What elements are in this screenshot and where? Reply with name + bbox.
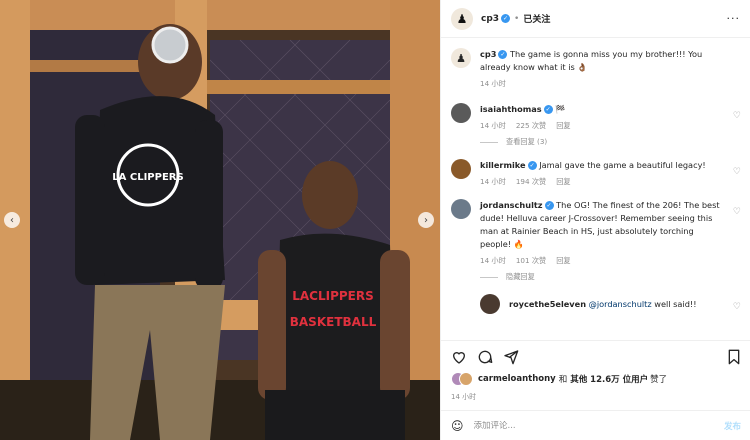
reply-button[interactable]: 回复 bbox=[556, 121, 570, 131]
locker-room-photo: LA CLIPPERS LACLIPPERS BASKETBALL bbox=[0, 0, 440, 440]
comment-text: Jamal gave the game a beautiful legacy! bbox=[539, 160, 706, 170]
liker-username[interactable]: carmeloanthony bbox=[478, 374, 556, 384]
jersey-text-line2: BASKETBALL bbox=[290, 315, 377, 329]
comment-item: killermike ✓ Jamal gave the game a beauti… bbox=[451, 159, 741, 187]
comment-likes[interactable]: 225 次赞 bbox=[516, 121, 546, 131]
chevron-left-icon: ‹ bbox=[10, 214, 14, 226]
view-replies-label: 查看回复 (3) bbox=[506, 137, 548, 146]
post-comment-button[interactable]: 发布 bbox=[724, 420, 741, 432]
likes-suffix: 赞了 bbox=[650, 375, 668, 385]
commenter-username[interactable]: jordanschultz bbox=[480, 200, 543, 210]
caption-text: The game is gonna miss you my brother!!!… bbox=[480, 49, 703, 72]
heart-icon[interactable]: ♡ bbox=[733, 302, 741, 312]
author-username[interactable]: cp3 bbox=[481, 14, 499, 24]
caption-username[interactable]: cp3 bbox=[480, 49, 496, 59]
send-icon[interactable] bbox=[503, 349, 519, 365]
shirt-logo: LA CLIPPERS bbox=[112, 172, 183, 183]
next-photo-button[interactable]: › bbox=[418, 212, 434, 228]
reply-button[interactable]: 回复 bbox=[556, 256, 570, 266]
divider-line bbox=[480, 276, 498, 278]
reply-button[interactable]: 回复 bbox=[556, 177, 570, 187]
comment-text: well said!! bbox=[654, 299, 697, 309]
verified-badge-icon: ✓ bbox=[498, 50, 508, 59]
caption: ♟ cp3 ✓ The game is gonna miss you my bro… bbox=[451, 48, 741, 89]
caption-time: 14 小时 bbox=[480, 79, 506, 88]
smile-icon[interactable]: ☺ bbox=[451, 419, 464, 433]
commenter-avatar[interactable] bbox=[451, 159, 471, 179]
comment-time: 14 小时 bbox=[480, 177, 506, 186]
post-panel: ♟ cp3 ✓ • 已关注 ··· ♟ cp3 ✓ The game is gon… bbox=[440, 0, 750, 440]
comment-likes[interactable]: 194 次赞 bbox=[516, 177, 546, 187]
divider-line bbox=[480, 141, 498, 143]
heart-icon[interactable] bbox=[451, 349, 467, 365]
heart-icon[interactable]: ♡ bbox=[733, 167, 741, 177]
liker-avatar bbox=[459, 372, 473, 386]
reply-item: roycethe5eleven @jordanschultz well said… bbox=[480, 294, 741, 314]
comment-time: 14 小时 bbox=[480, 121, 506, 130]
verified-badge-icon: ✓ bbox=[543, 105, 553, 114]
ok-hand-emoji: 👌🏾 bbox=[577, 62, 588, 72]
chevron-right-icon: › bbox=[424, 214, 428, 226]
comment-item: jordanschultz ✓ The OG! The finest of the… bbox=[451, 199, 741, 266]
previous-photo-button[interactable]: ‹ bbox=[4, 212, 20, 228]
comments-list[interactable]: ♟ cp3 ✓ The game is gonna miss you my bro… bbox=[441, 38, 750, 338]
flag-emoji: 🏁 bbox=[555, 104, 566, 114]
other-likers[interactable]: 其他 12.6万 位用户 bbox=[570, 373, 648, 385]
likes-conjunction: 和 bbox=[558, 375, 568, 385]
comment-likes[interactable]: 101 次赞 bbox=[516, 256, 546, 266]
commenter-avatar[interactable] bbox=[480, 294, 500, 314]
view-replies-button[interactable]: 查看回复 (3) bbox=[480, 137, 741, 147]
post-photo[interactable]: LA CLIPPERS LACLIPPERS BASKETBALL ‹ › bbox=[0, 0, 440, 440]
verified-badge-icon: ✓ bbox=[501, 14, 511, 23]
verified-badge-icon: ✓ bbox=[527, 161, 537, 170]
commenter-username[interactable]: killermike bbox=[480, 160, 526, 170]
post-timestamp: 14 小时 bbox=[451, 393, 477, 401]
post-header: ♟ cp3 ✓ • 已关注 ··· bbox=[441, 0, 750, 38]
hide-replies-button[interactable]: 隐藏回复 bbox=[480, 272, 741, 282]
author-avatar-small[interactable]: ♟ bbox=[451, 48, 471, 68]
commenter-username[interactable]: roycethe5eleven bbox=[509, 299, 586, 309]
fire-emoji: 🔥 bbox=[513, 239, 524, 249]
commenter-avatar[interactable] bbox=[451, 103, 471, 123]
comment-icon[interactable] bbox=[477, 349, 493, 365]
author-avatar[interactable]: ♟ bbox=[451, 7, 473, 30]
commenter-avatar[interactable] bbox=[451, 199, 471, 219]
comment-item: isaiahthomas ✓ 🏁 14 小时 225 次赞 回复 ♡ bbox=[451, 103, 741, 131]
heart-icon[interactable]: ♡ bbox=[733, 111, 741, 121]
action-bar: carmeloanthony 和 其他 12.6万 位用户 赞了 14 小时 bbox=[441, 340, 750, 402]
jersey-text-line1: LACLIPPERS bbox=[292, 289, 374, 303]
separator: • bbox=[514, 13, 520, 24]
heart-icon[interactable]: ♡ bbox=[733, 207, 741, 217]
commenter-username[interactable]: isaiahthomas bbox=[480, 104, 542, 114]
verified-badge-icon: ✓ bbox=[544, 201, 554, 210]
hide-replies-label: 隐藏回复 bbox=[506, 272, 535, 281]
more-horizontal-icon[interactable]: ··· bbox=[727, 12, 741, 25]
comment-input[interactable] bbox=[473, 420, 724, 431]
comment-time: 14 小时 bbox=[480, 256, 506, 265]
add-comment-bar: ☺ 发布 bbox=[441, 410, 750, 440]
following-button[interactable]: 已关注 bbox=[523, 12, 550, 25]
bookmark-icon[interactable] bbox=[727, 349, 741, 365]
mention-link[interactable]: @jordanschultz bbox=[589, 299, 652, 309]
likes-summary: carmeloanthony 和 其他 12.6万 位用户 赞了 bbox=[451, 372, 741, 386]
